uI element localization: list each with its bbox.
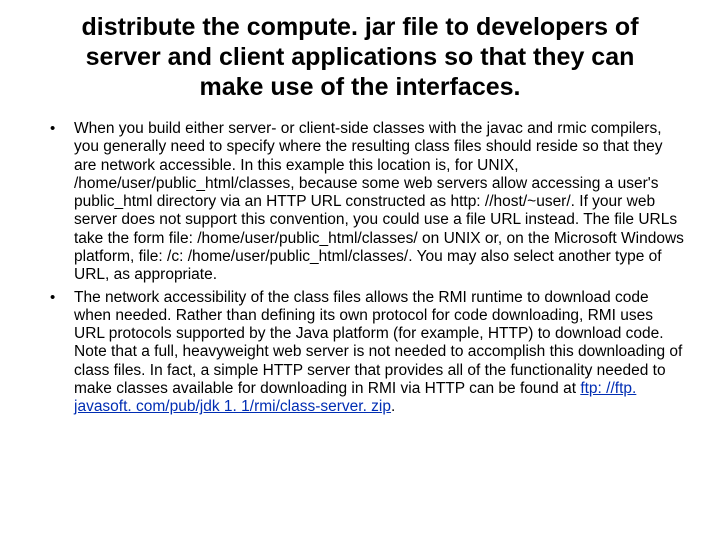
slide: distribute the compute. jar file to deve… [0,0,720,540]
slide-title: distribute the compute. jar file to deve… [66,12,654,102]
bullet-text-after: . [391,398,395,415]
bullet-text: When you build either server- or client-… [74,120,684,283]
bullet-list: When you build either server- or client-… [46,120,684,417]
list-item: The network accessibility of the class f… [46,289,684,417]
list-item: When you build either server- or client-… [46,120,684,285]
